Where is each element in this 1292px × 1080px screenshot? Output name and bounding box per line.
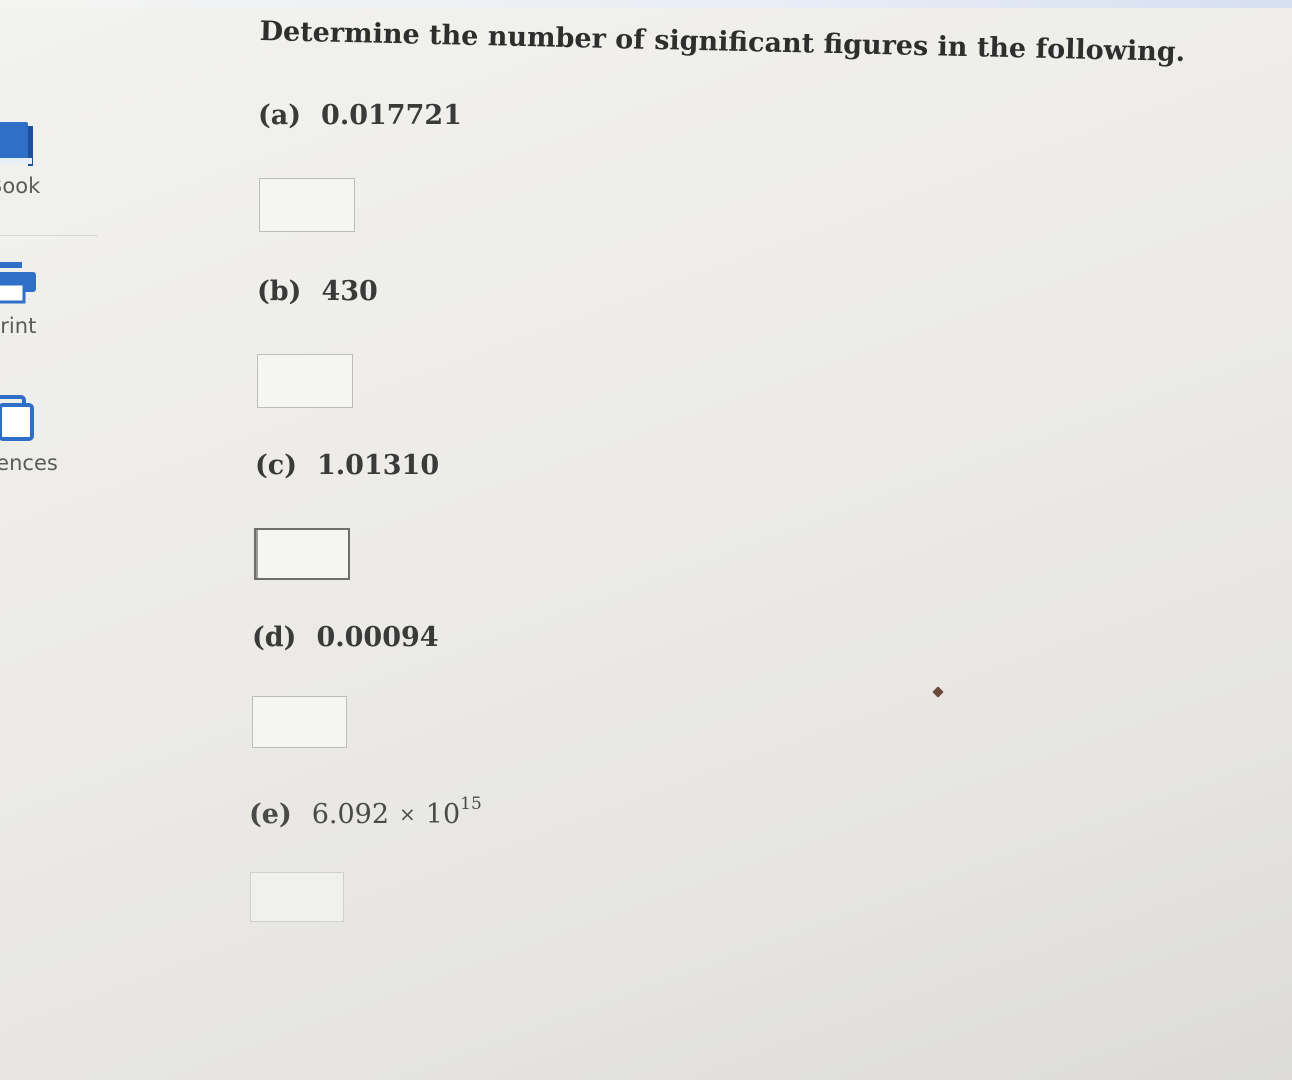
- part-letter: (c): [255, 450, 297, 481]
- sidebar-item-label: Book: [0, 174, 41, 198]
- answer-input-e[interactable]: [250, 872, 344, 922]
- sidebar-item-print[interactable]: Print: [0, 260, 108, 340]
- part-value: 430: [321, 276, 378, 307]
- part-letter: (d): [252, 622, 297, 653]
- references-icon: [0, 395, 34, 441]
- part-exponent: 15: [460, 794, 482, 814]
- sidebar-item-label: rences: [0, 451, 58, 475]
- part-c: (c) 1.01310: [255, 450, 439, 481]
- times-symbol: ×: [399, 802, 416, 826]
- part-value: 0.017721: [321, 100, 462, 131]
- answer-input-d[interactable]: [252, 696, 347, 748]
- part-a: (a) 0.017721: [258, 100, 462, 131]
- sidebar-item-book[interactable]: Book: [0, 118, 108, 198]
- printer-icon: [0, 262, 36, 304]
- screen-speck: [932, 686, 944, 698]
- part-d: (d) 0.00094: [252, 622, 439, 653]
- part-letter: (e): [249, 799, 292, 830]
- book-icon: [0, 122, 33, 166]
- part-e: (e) 6.092 × 1015: [249, 794, 482, 830]
- sidebar-divider: [0, 235, 98, 236]
- part-b: (b) 430: [257, 276, 378, 307]
- sidebar-item-label: Print: [0, 314, 37, 338]
- answer-input-a[interactable]: [259, 178, 355, 232]
- answer-input-c[interactable]: [254, 528, 350, 580]
- question-prompt: Determine the number of significant figu…: [259, 16, 1186, 68]
- sidebar-item-references[interactable]: rences: [0, 395, 108, 475]
- part-base: 10: [425, 799, 461, 830]
- part-letter: (b): [257, 276, 302, 307]
- part-value: 0.00094: [316, 622, 439, 653]
- part-mantissa: 6.092: [311, 799, 390, 830]
- part-letter: (a): [258, 100, 302, 131]
- answer-input-b[interactable]: [257, 354, 353, 408]
- part-value: 1.01310: [317, 450, 440, 481]
- top-border: [0, 0, 1292, 8]
